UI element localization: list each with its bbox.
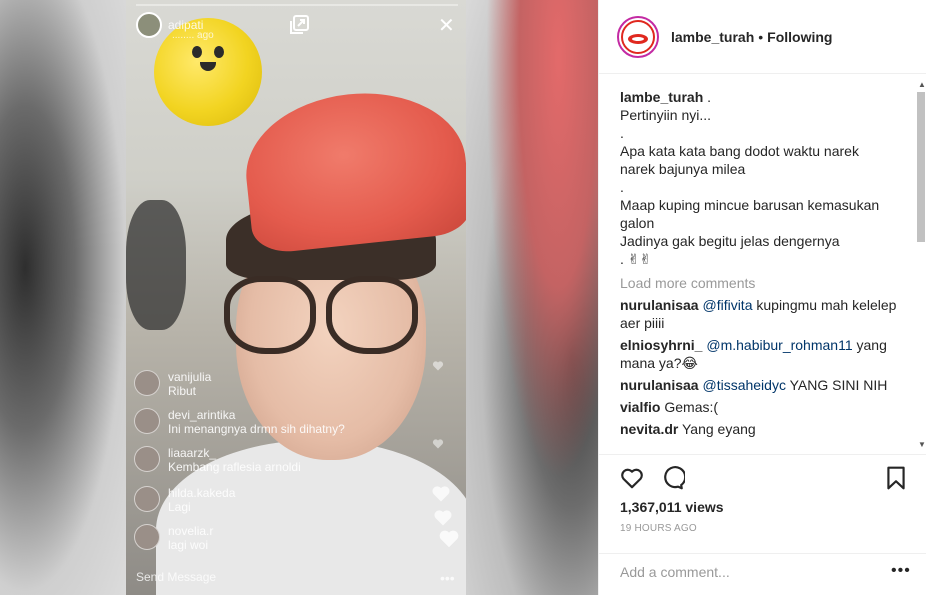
heart-icon <box>432 439 444 449</box>
avatar <box>134 408 160 434</box>
red-cap <box>238 82 466 256</box>
caption-line: . ✌✌ <box>620 251 652 267</box>
comment-item: nevita.dr Yang eyang <box>620 420 897 438</box>
caption: lambe_turah . Pertinyiin nyi... . Apa ka… <box>620 88 897 268</box>
comment-text: Yang eyang <box>682 421 756 437</box>
live-chat-item: vanijulia Ribut <box>134 370 444 398</box>
post-options-button[interactable]: ••• <box>891 562 911 580</box>
caption-line: . <box>703 89 712 105</box>
live-more-options[interactable]: ••• <box>440 570 455 586</box>
header-separator: • <box>758 28 764 45</box>
live-chat-item: liaaarzk_ Kembang raflesia arnoldi <box>134 446 444 474</box>
avatar <box>134 370 160 396</box>
comment-item: nurulanisaa @tissaheidyc YANG SINI NIH <box>620 376 897 394</box>
comment-item: vialfio Gemas:( <box>620 398 897 416</box>
comment-username[interactable]: elniosyhrni_ <box>620 337 702 353</box>
live-chat-item: devi_arintika Ini menangnya drmn sih dih… <box>134 408 444 436</box>
scrollbar-thumb[interactable] <box>917 92 925 242</box>
load-more-comments-button[interactable]: Load more comments <box>620 274 897 292</box>
post-header: lambe_turah • Following <box>599 0 926 74</box>
comment-mention[interactable]: @m.habibur_rohman11 <box>706 337 852 353</box>
comment-text: Gemas:( <box>664 399 719 415</box>
close-icon[interactable]: ✕ <box>438 16 455 36</box>
comment-username[interactable]: nurulanisaa <box>620 297 699 313</box>
live-host-avatar[interactable] <box>136 12 162 38</box>
blurred-background-left <box>0 0 126 595</box>
live-chat-item: hilda.kakeda Lagi <box>134 486 444 514</box>
caption-username[interactable]: lambe_turah <box>620 89 703 105</box>
comment-username[interactable]: vialfio <box>620 399 660 415</box>
blurred-background-right <box>466 0 598 595</box>
live-video-frame[interactable]: adipati ........ ago ✕ vanijulia Ribut d… <box>126 0 466 595</box>
send-message-input[interactable]: Send Message <box>136 570 216 584</box>
comments-list[interactable]: lambe_turah . Pertinyiin nyi... . Apa ka… <box>599 74 915 454</box>
live-subtitle: ........ ago <box>172 30 214 41</box>
add-comment-input[interactable]: Add a comment... <box>620 564 730 580</box>
comment-mention[interactable]: @tissaheidyc <box>702 377 785 393</box>
post-actions: 1,367,011 views 19 HOURS AGO <box>599 454 926 564</box>
comments-scrollbar[interactable]: ▲ ▼ <box>915 78 926 452</box>
caption-line: Jadinya gak begitu jelas dengernya <box>620 233 840 249</box>
caption-line: Maap kuping mincue barusan kemasukan gal… <box>620 197 880 231</box>
heart-icon[interactable] <box>619 465 645 491</box>
heart-icon <box>439 530 459 548</box>
post-author-username[interactable]: lambe_turah <box>671 29 754 45</box>
comment-mention[interactable]: @fifivita <box>702 297 752 313</box>
comment-icon[interactable] <box>659 465 685 491</box>
live-progress-bar <box>136 4 458 6</box>
heart-icon <box>434 510 452 526</box>
caption-line: Pertinyiin nyi... <box>620 107 712 123</box>
avatar <box>134 486 160 512</box>
heart-icon <box>432 361 444 371</box>
comment-item: elniosyhrni_ @m.habibur_rohman11 yang ma… <box>620 336 897 372</box>
scroll-up-icon[interactable]: ▲ <box>918 80 926 89</box>
post-panel: lambe_turah • Following lambe_turah . Pe… <box>598 0 926 595</box>
add-comment-bar: Add a comment... ••• <box>599 553 926 595</box>
comment-username[interactable]: nevita.dr <box>620 421 678 437</box>
post-media: adipati ........ ago ✕ vanijulia Ribut d… <box>0 0 598 595</box>
lips-logo-icon <box>621 19 655 54</box>
avatar <box>134 446 160 472</box>
avatar[interactable] <box>617 15 659 58</box>
heart-icon <box>432 486 450 502</box>
caption-line: . <box>620 125 624 141</box>
comment-item: nurulanisaa @fifivita kupingmu mah kelel… <box>620 296 897 332</box>
live-chat-item: novelia.r lagi woi <box>134 524 444 552</box>
view-count[interactable]: 1,367,011 views <box>620 499 724 515</box>
glasses <box>220 276 424 360</box>
caption-line: . <box>620 179 624 195</box>
caption-line: Apa kata kata bang dodot waktu narek nar… <box>620 143 859 177</box>
scroll-down-icon[interactable]: ▼ <box>918 440 926 449</box>
avatar <box>134 524 160 550</box>
bookmark-icon[interactable] <box>883 465 909 491</box>
comment-username[interactable]: nurulanisaa <box>620 377 699 393</box>
follow-status-button[interactable]: Following <box>767 29 832 45</box>
expand-icon[interactable] <box>288 14 310 36</box>
comment-text: YANG SINI NIH <box>785 377 888 393</box>
post-timestamp[interactable]: 19 HOURS AGO <box>620 523 697 534</box>
